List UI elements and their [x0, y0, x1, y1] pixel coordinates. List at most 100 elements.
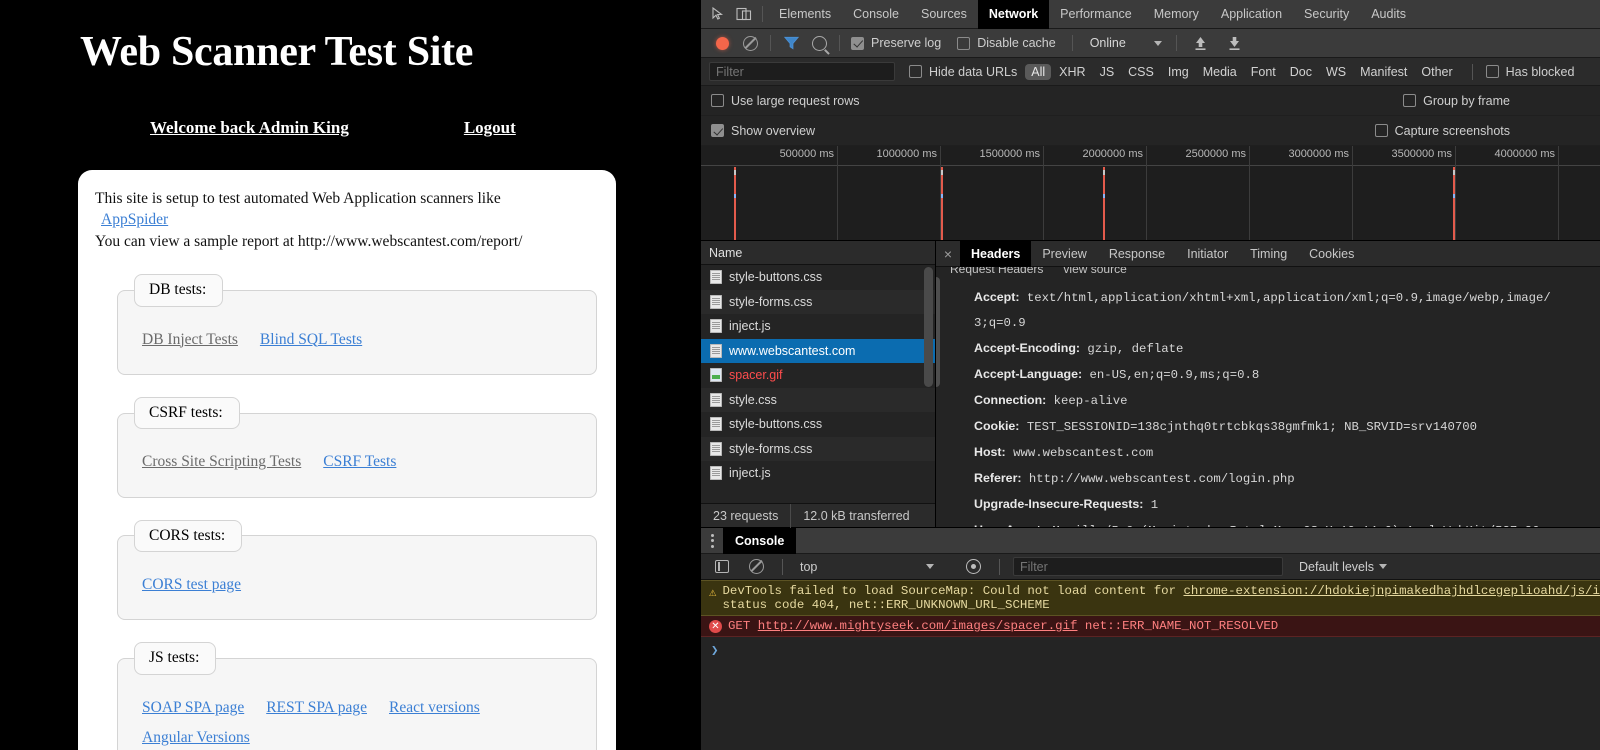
test-link[interactable]: CSRF Tests — [323, 453, 396, 470]
request-row[interactable]: style-buttons.css — [701, 265, 935, 290]
console-context-select[interactable]: top — [796, 560, 946, 574]
resource-type-img[interactable]: Img — [1162, 64, 1195, 80]
welcome-link[interactable]: Welcome back Admin King — [150, 118, 349, 138]
resource-type-other[interactable]: Other — [1415, 64, 1458, 80]
test-section-legend: CSRF tests: — [134, 397, 240, 429]
show-overview-checkbox[interactable] — [711, 124, 724, 137]
detail-tab-timing[interactable]: Timing — [1239, 241, 1298, 267]
preserve-log-checkbox[interactable] — [851, 37, 864, 50]
detail-tab-cookies[interactable]: Cookies — [1298, 241, 1365, 267]
request-row[interactable]: style-buttons.css — [701, 412, 935, 437]
test-link[interactable]: CORS test page — [142, 576, 241, 593]
network-filter-input[interactable] — [709, 62, 895, 81]
record-button[interactable] — [709, 31, 735, 55]
test-link[interactable]: REST SPA page — [266, 699, 367, 716]
hide-data-urls-checkbox[interactable] — [909, 65, 922, 78]
resource-type-css[interactable]: CSS — [1122, 64, 1160, 80]
panel-tab-sources[interactable]: Sources — [910, 0, 978, 29]
detail-scrollbar[interactable] — [936, 277, 940, 387]
request-name: www.webscantest.com — [729, 344, 855, 358]
test-link[interactable]: Blind SQL Tests — [260, 331, 362, 348]
request-row[interactable]: www.webscantest.com — [701, 339, 935, 364]
export-har-icon[interactable] — [1222, 31, 1248, 55]
detail-tab-preview[interactable]: Preview — [1031, 241, 1097, 267]
use-large-request-rows-toggle[interactable]: Use large request rows — [711, 94, 860, 108]
overview-event-marker — [1453, 167, 1455, 241]
live-expression-icon[interactable] — [960, 555, 986, 579]
options-row-1: Use large request rows Group by frame — [701, 86, 1600, 116]
resource-type-js[interactable]: JS — [1094, 64, 1121, 80]
console-message: ⚠DevTools failed to load SourceMap: Coul… — [701, 580, 1600, 616]
tab-console[interactable]: Console — [723, 528, 796, 554]
console-message-link[interactable]: chrome-extension://hdokiejnpimakedhajhdl… — [1183, 584, 1600, 598]
disable-cache-toggle[interactable]: Disable cache — [957, 36, 1056, 50]
console-prompt[interactable]: ❯ — [701, 637, 1600, 658]
has-blocked-toggle[interactable]: Has blocked — [1486, 65, 1575, 79]
resource-type-manifest[interactable]: Manifest — [1354, 64, 1413, 80]
request-row[interactable]: inject.js — [701, 314, 935, 339]
inspect-element-icon[interactable] — [705, 2, 731, 26]
more-options-icon[interactable] — [701, 534, 723, 548]
test-link[interactable]: DB Inject Tests — [142, 331, 238, 348]
detail-tab-initiator[interactable]: Initiator — [1176, 241, 1239, 267]
test-link[interactable]: React versions — [389, 699, 480, 716]
import-har-icon[interactable] — [1188, 31, 1214, 55]
close-icon[interactable]: × — [936, 246, 960, 262]
device-toolbar-icon[interactable] — [731, 2, 757, 26]
panel-tab-security[interactable]: Security — [1293, 0, 1360, 29]
show-overview-toggle[interactable]: Show overview — [711, 124, 815, 138]
appspider-link[interactable]: AppSpider — [101, 211, 168, 228]
test-link[interactable]: SOAP SPA page — [142, 699, 244, 716]
resource-type-media[interactable]: Media — [1197, 64, 1243, 80]
throttling-select[interactable]: Online — [1080, 36, 1162, 50]
console-levels-select[interactable]: Default levels — [1299, 560, 1387, 574]
detail-tab-response[interactable]: Response — [1098, 241, 1176, 267]
request-row[interactable]: style-forms.css — [701, 437, 935, 462]
console-message-link[interactable]: http://www.mightyseek.com/images/spacer.… — [758, 619, 1078, 633]
network-overview-timeline[interactable]: 500000 ms1000000 ms1500000 ms2000000 ms2… — [701, 146, 1600, 241]
search-icon[interactable] — [806, 31, 832, 55]
request-row[interactable]: style.css — [701, 388, 935, 413]
panel-tab-elements[interactable]: Elements — [768, 0, 842, 29]
resource-type-all[interactable]: All — [1025, 64, 1051, 80]
clear-button[interactable] — [737, 31, 763, 55]
request-row[interactable]: style-forms.css — [701, 290, 935, 315]
preserve-log-toggle[interactable]: Preserve log — [851, 36, 941, 50]
test-links: DB Inject Tests Blind SQL Tests — [118, 319, 596, 350]
capture-screenshots-checkbox[interactable] — [1375, 124, 1388, 137]
view-source-link[interactable]: view source — [1063, 267, 1126, 276]
hide-data-urls-toggle[interactable]: Hide data URLs — [909, 65, 1017, 79]
filter-icon[interactable] — [778, 31, 804, 55]
has-blocked-checkbox[interactable] — [1486, 65, 1499, 78]
document-file-icon — [710, 319, 722, 333]
group-by-frame-toggle[interactable]: Group by frame — [1403, 94, 1600, 108]
panel-tab-application[interactable]: Application — [1210, 0, 1293, 29]
disable-cache-checkbox[interactable] — [957, 37, 970, 50]
resource-type-xhr[interactable]: XHR — [1053, 64, 1091, 80]
resource-type-font[interactable]: Font — [1245, 64, 1282, 80]
capture-screenshots-toggle[interactable]: Capture screenshots — [1375, 124, 1600, 138]
request-headers-section-title[interactable]: Request Headers view source — [942, 267, 1600, 276]
resource-type-doc[interactable]: Doc — [1284, 64, 1318, 80]
test-link[interactable]: Cross Site Scripting Tests — [142, 453, 301, 470]
test-links-row: CORS test page — [142, 574, 596, 595]
panel-tab-audits[interactable]: Audits — [1360, 0, 1417, 29]
console-sidebar-icon[interactable] — [709, 555, 735, 579]
test-link[interactable]: Angular Versions — [142, 729, 250, 746]
clear-console-icon[interactable] — [743, 555, 769, 579]
request-list-scrollbar[interactable] — [924, 267, 933, 387]
logout-link[interactable]: Logout — [464, 118, 516, 138]
resource-type-ws[interactable]: WS — [1320, 64, 1352, 80]
request-row[interactable]: spacer.gif — [701, 363, 935, 388]
panel-tab-console[interactable]: Console — [842, 0, 910, 29]
request-row[interactable]: inject.js — [701, 461, 935, 486]
header-name: Accept-Language: — [974, 367, 1082, 381]
panel-tab-network[interactable]: Network — [978, 0, 1049, 29]
request-list-column-header[interactable]: Name — [701, 241, 935, 265]
console-filter-input[interactable] — [1013, 557, 1283, 576]
panel-tab-performance[interactable]: Performance — [1049, 0, 1143, 29]
group-by-frame-checkbox[interactable] — [1403, 94, 1416, 107]
detail-tab-headers[interactable]: Headers — [960, 241, 1031, 267]
panel-tab-memory[interactable]: Memory — [1143, 0, 1210, 29]
use-large-request-rows-checkbox[interactable] — [711, 94, 724, 107]
